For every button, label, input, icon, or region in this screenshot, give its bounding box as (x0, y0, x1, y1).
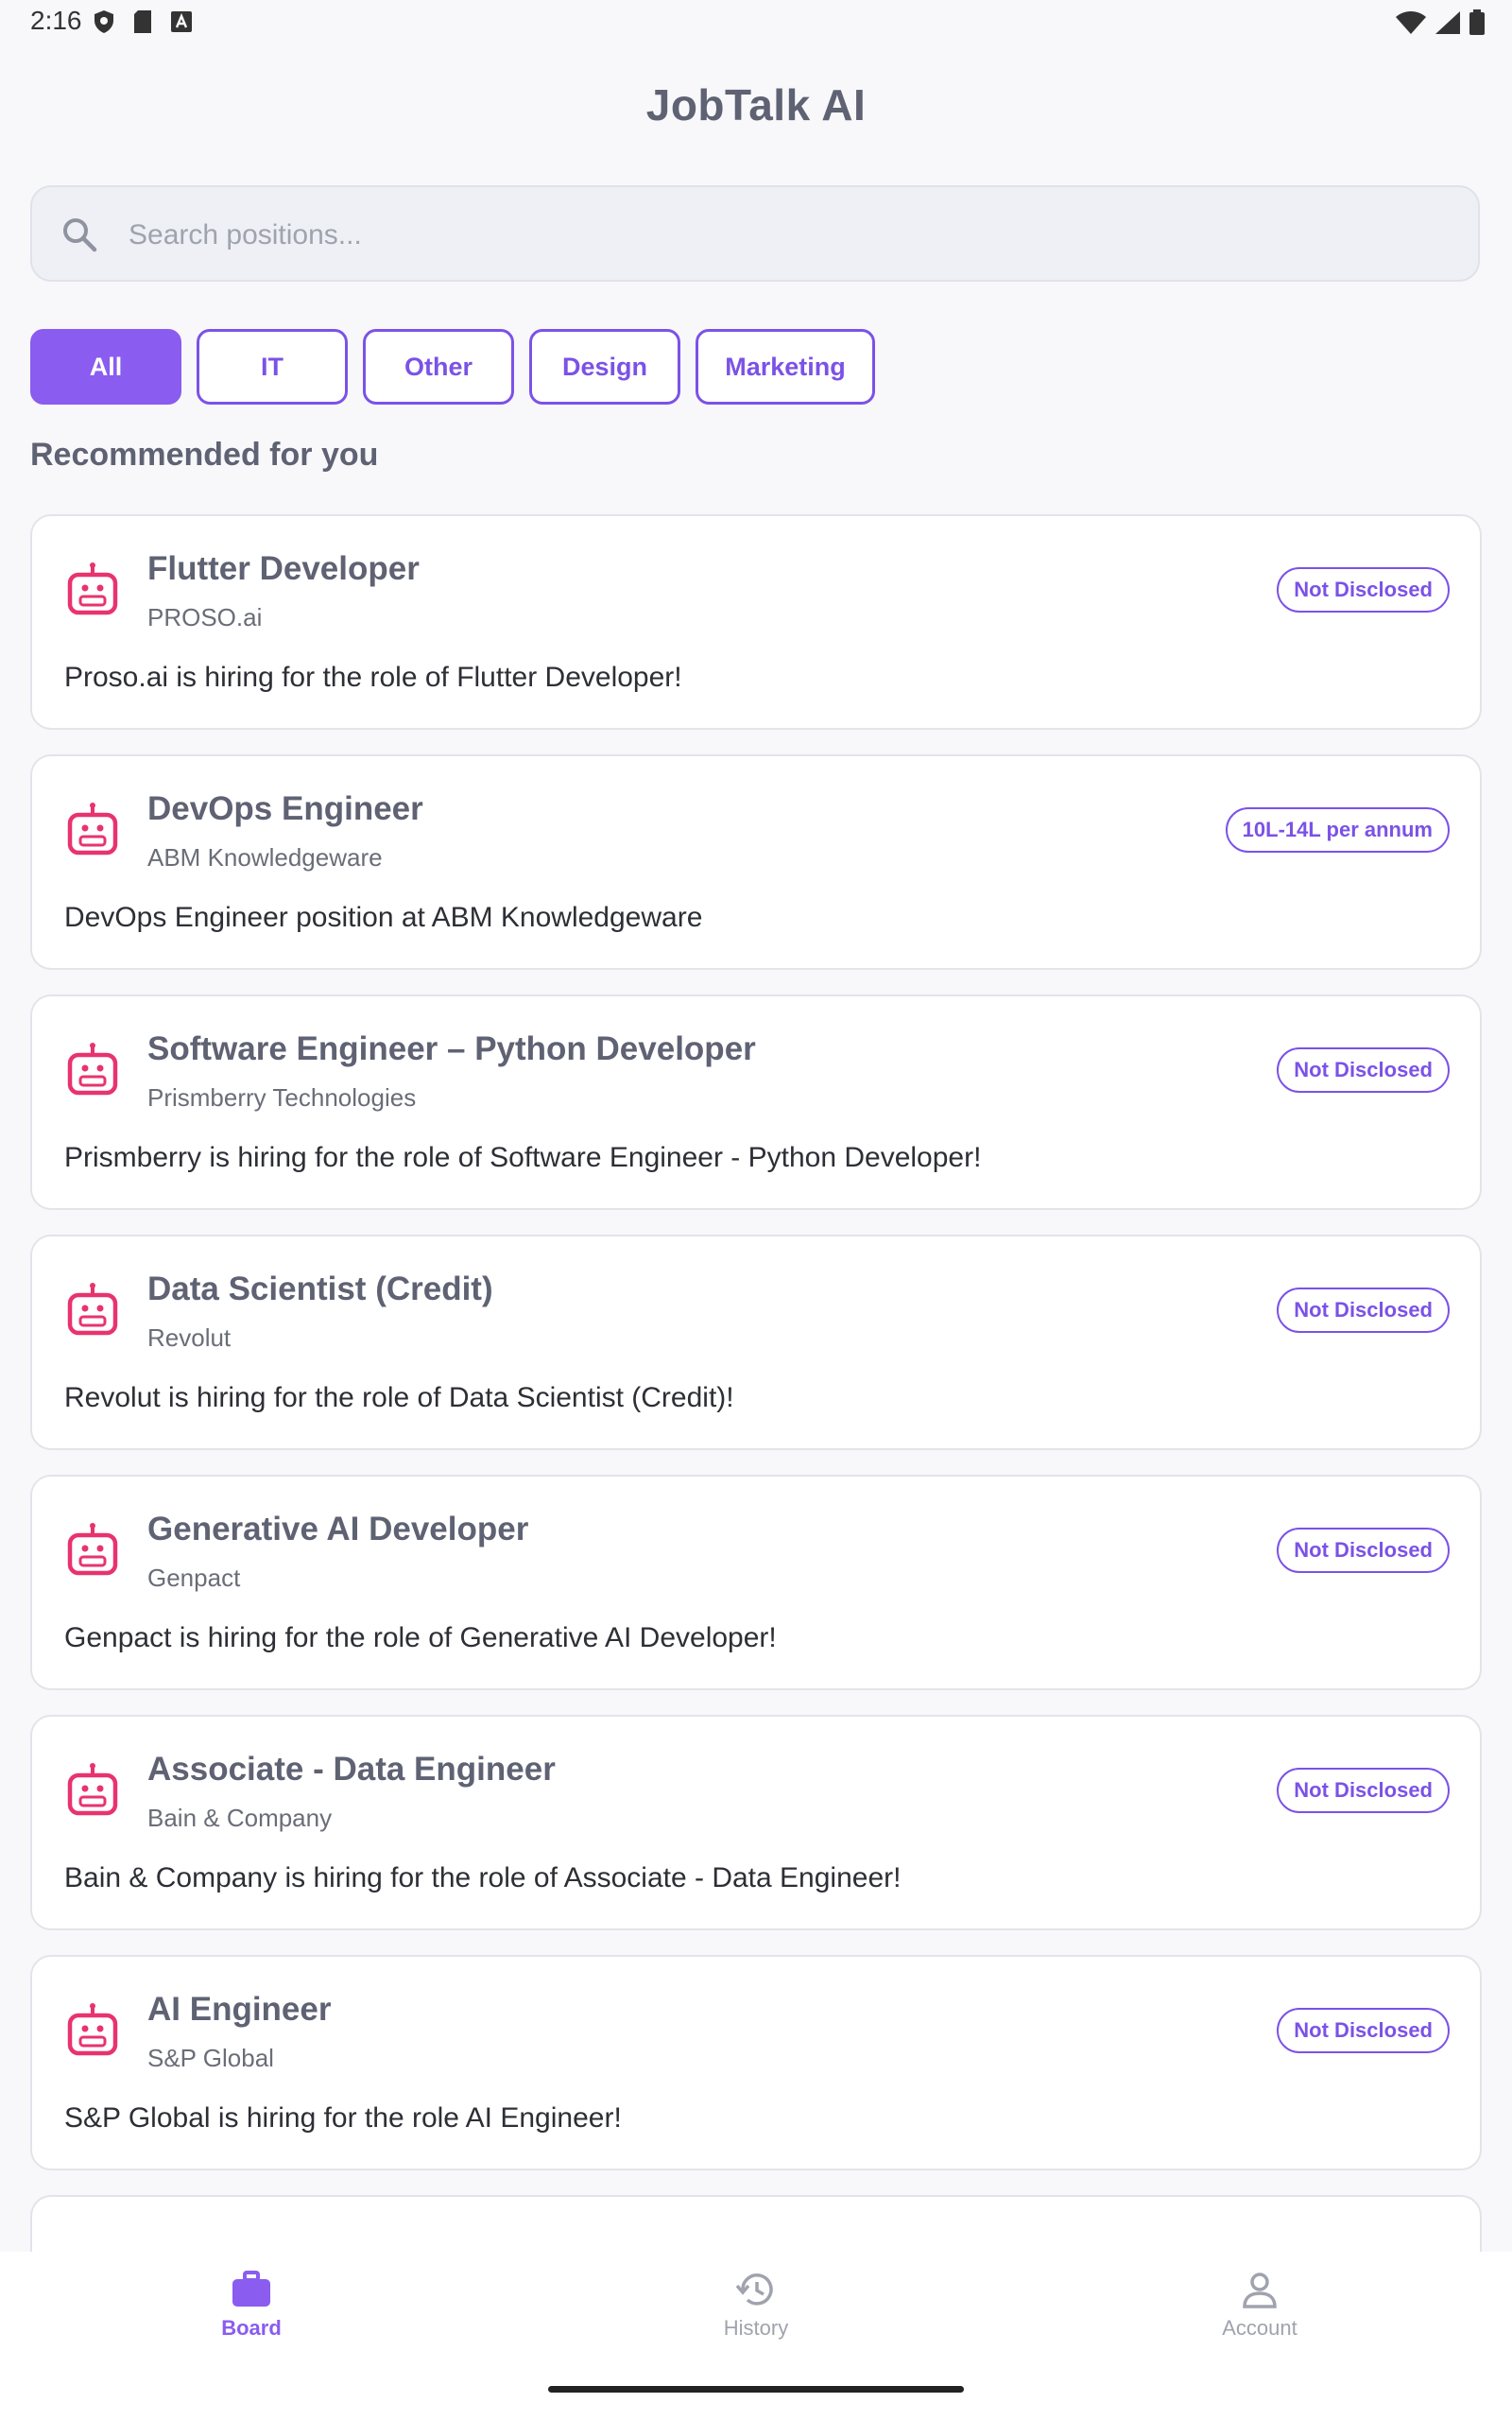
battery-icon (1469, 9, 1485, 35)
filter-chip-label: Marketing (725, 352, 846, 381)
robot-icon (67, 1043, 118, 1096)
job-title: Flutter Developer (147, 550, 420, 587)
salary-badge: Not Disclosed (1277, 1047, 1450, 1093)
cell-signal-icon (1435, 11, 1460, 34)
salary-badge: Not Disclosed (1277, 1528, 1450, 1573)
filter-chip-all[interactable]: All (30, 329, 181, 405)
job-title: Data Scientist (Credit) (147, 1270, 493, 1307)
salary-badge: Not Disclosed (1277, 1288, 1450, 1333)
nav-item-account[interactable]: Account (1118, 2271, 1401, 2341)
job-company: PROSO.ai (147, 603, 263, 631)
home-indicator[interactable] (548, 2386, 964, 2393)
robot-icon (67, 1763, 118, 1816)
job-description: Prismberry is hiring for the role of Sof… (64, 1142, 982, 1173)
robot-icon (67, 1523, 118, 1576)
salary-badge: Not Disclosed (1277, 1768, 1450, 1813)
job-company: S&P Global (147, 2044, 274, 2072)
salary-badge: 10L-14L per annum (1225, 807, 1450, 853)
search-box[interactable] (30, 185, 1480, 282)
filter-chip-label: Design (561, 352, 648, 381)
job-list: Flutter Developer PROSO.ai Not Disclosed… (30, 514, 1482, 2276)
history-icon (735, 2273, 773, 2306)
job-card[interactable]: Data Scientist (Credit) Revolut Not Disc… (30, 1235, 1482, 1450)
sd-card-icon (134, 10, 151, 33)
nav-item-history[interactable]: History (614, 2271, 898, 2341)
job-card[interactable]: DevOps Engineer ABM Knowledgeware 10L-14… (30, 754, 1482, 970)
job-card[interactable]: Generative AI Developer Genpact Not Disc… (30, 1475, 1482, 1690)
job-card[interactable]: Associate - Data Engineer Bain & Company… (30, 1715, 1482, 1930)
app-title: JobTalk AI (645, 80, 867, 130)
job-card-partial[interactable] (30, 2195, 1482, 2252)
job-card[interactable]: Flutter Developer PROSO.ai Not Disclosed… (30, 514, 1482, 730)
robot-icon (67, 562, 118, 615)
wifi-icon (1396, 11, 1426, 34)
job-description: DevOps Engineer position at ABM Knowledg… (64, 902, 703, 933)
font-a-icon (171, 11, 192, 32)
category-filters: All IT Other Design Marketing (30, 329, 875, 405)
filter-chip-label: Other (404, 352, 472, 381)
job-company: Prismberry Technologies (147, 1083, 417, 1112)
job-description: Proso.ai is hiring for the role of Flutt… (64, 662, 682, 693)
person-icon (1243, 2273, 1277, 2308)
status-icons-left (93, 9, 193, 34)
status-icons-right (1395, 9, 1486, 36)
filter-chip-design[interactable]: Design (529, 329, 680, 405)
section-title: Recommended for you (30, 437, 379, 473)
bottom-nav: Board History Account (0, 2252, 1512, 2420)
job-description: Revolut is hiring for the role of Data S… (64, 1382, 734, 1413)
job-description: S&P Global is hiring for the role AI Eng… (64, 2102, 622, 2134)
job-title: AI Engineer (147, 1991, 332, 2028)
nav-label: Board (221, 2316, 282, 2340)
robot-icon (67, 1283, 118, 1336)
job-title: Generative AI Developer (147, 1511, 529, 1547)
salary-badge: Not Disclosed (1277, 567, 1450, 613)
nav-item-board[interactable]: Board (110, 2271, 393, 2341)
job-company: Revolut (147, 1323, 232, 1352)
filter-chip-it[interactable]: IT (197, 329, 348, 405)
filter-chip-label: IT (261, 352, 284, 381)
job-title: Associate - Data Engineer (147, 1751, 556, 1788)
filter-chip-marketing[interactable]: Marketing (696, 329, 875, 405)
job-company: Genpact (147, 1564, 241, 1592)
job-description: Bain & Company is hiring for the role of… (64, 1862, 902, 1893)
job-title: DevOps Engineer (147, 790, 423, 827)
job-description: Genpact is hiring for the role of Genera… (64, 1622, 777, 1653)
shield-icon (94, 10, 113, 33)
briefcase-icon (232, 2271, 270, 2307)
search-icon (63, 218, 97, 252)
robot-icon (67, 803, 118, 856)
job-card[interactable]: Software Engineer – Python Developer Pri… (30, 994, 1482, 1210)
job-card[interactable]: AI Engineer S&P Global Not Disclosed S&P… (30, 1955, 1482, 2170)
salary-badge: Not Disclosed (1277, 2008, 1450, 2053)
job-company: Bain & Company (147, 1804, 333, 1832)
nav-label: History (723, 2316, 789, 2340)
search-input[interactable] (127, 210, 1435, 261)
status-bar: 2:16 (0, 0, 1512, 47)
nav-label: Account (1222, 2316, 1297, 2340)
job-title: Software Engineer – Python Developer (147, 1030, 756, 1067)
job-company: ABM Knowledgeware (147, 843, 383, 872)
filter-chip-label: All (89, 352, 123, 381)
status-time: 2:16 (30, 6, 82, 35)
filter-chip-other[interactable]: Other (363, 329, 514, 405)
robot-icon (67, 2003, 118, 2056)
